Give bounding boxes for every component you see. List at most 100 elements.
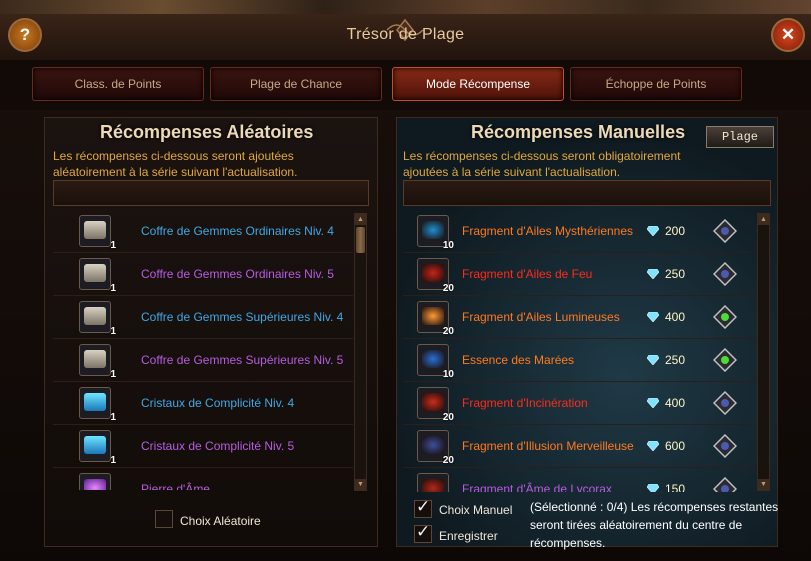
random-rewards-list[interactable]: 1 Coffre de Gemmes Ordinaires Niv. 4 1 Coff… bbox=[53, 210, 353, 490]
diamond-icon bbox=[647, 484, 659, 492]
light-wings-icon: 20 bbox=[417, 301, 454, 337]
manual-rewards-description-line2: ajoutées à la série suivant l'actualisat… bbox=[403, 165, 621, 179]
item-quantity: 1 bbox=[110, 369, 116, 380]
lycorax-fragment-icon bbox=[417, 473, 449, 492]
item-icon-fill bbox=[84, 350, 106, 368]
item-price: 150 bbox=[647, 482, 707, 492]
list-item[interactable]: 1 Coffre de Gemmes Ordinaires Niv. 4 bbox=[53, 210, 353, 253]
diamond-icon bbox=[647, 441, 659, 451]
item-icon-fill bbox=[84, 393, 106, 411]
manual-rewards-title: Récompenses Manuelles bbox=[471, 122, 686, 142]
item-price: 200 bbox=[647, 224, 707, 238]
selection-note-line3: récompenses. bbox=[530, 536, 606, 550]
tide-essence-icon: 10 bbox=[417, 344, 454, 380]
item-quantity: 1 bbox=[110, 240, 116, 251]
scroll-thumb[interactable] bbox=[356, 227, 365, 253]
item-price-value: 250 bbox=[665, 353, 686, 367]
incineration-icon: 20 bbox=[417, 387, 454, 423]
list-item[interactable]: 1 Coffre de Gemmes Ordinaires Niv. 5 bbox=[53, 253, 353, 296]
select-diamond-icon[interactable] bbox=[713, 391, 737, 415]
scroll-down-arrow-icon[interactable]: ▼ bbox=[355, 479, 366, 490]
item-quantity: 1 bbox=[110, 412, 116, 423]
item-name: Essence des Marées bbox=[462, 353, 575, 367]
list-item[interactable]: Fragment d'Âme de Lycorax 150 bbox=[403, 468, 755, 492]
tab-chance-beach[interactable]: Plage de Chance bbox=[210, 67, 382, 101]
item-price-value: 400 bbox=[665, 396, 686, 410]
chest-icon: 1 bbox=[79, 344, 116, 380]
random-rewards-header-bar bbox=[53, 180, 369, 206]
item-icon-fill bbox=[422, 264, 444, 282]
tab-bar: Class. de Points Plage de Chance Mode Ré… bbox=[0, 60, 811, 110]
manual-rewards-header-bar bbox=[403, 180, 771, 206]
tab-points-shop[interactable]: Échoppe de Points bbox=[570, 67, 742, 101]
diamond-icon bbox=[647, 355, 659, 365]
scroll-down-arrow-icon[interactable]: ▼ bbox=[758, 479, 769, 490]
select-diamond-icon[interactable] bbox=[713, 348, 737, 372]
item-quantity: 20 bbox=[442, 412, 454, 423]
close-button[interactable]: ✕ bbox=[771, 18, 805, 52]
list-item[interactable]: 10 Essence des Marées 250 bbox=[403, 339, 755, 382]
diamond-icon bbox=[647, 398, 659, 408]
tab-reward-mode[interactable]: Mode Récompense bbox=[392, 67, 564, 101]
select-diamond-icon[interactable] bbox=[713, 262, 737, 286]
manual-rewards-scrollbar[interactable]: ▲ ▼ bbox=[757, 213, 770, 491]
select-diamond-icon[interactable] bbox=[713, 477, 737, 492]
item-name: Fragment d'Illusion Merveilleuse bbox=[462, 439, 634, 453]
item-icon-fill bbox=[422, 479, 444, 492]
save-label: Enregistrer bbox=[439, 529, 498, 543]
manual-rewards-panel: Récompenses Manuelles Les récompenses ci… bbox=[396, 117, 778, 547]
item-price-value: 250 bbox=[665, 267, 686, 281]
plage-button[interactable]: Plage bbox=[706, 126, 774, 148]
selection-note: (Sélectionné : 0/4) Les récompenses rest… bbox=[530, 498, 790, 552]
item-icon-fill bbox=[422, 350, 444, 368]
list-item[interactable]: 1 Cristaux de Complicité Niv. 5 bbox=[53, 425, 353, 468]
list-item[interactable]: 10 Fragment d'Ailes Mysthériennes 200 bbox=[403, 210, 755, 253]
item-quantity: 1 bbox=[110, 326, 116, 337]
crystal-icon: 1 bbox=[79, 387, 116, 423]
manual-choice-checkbox[interactable] bbox=[414, 497, 432, 518]
illusion-fragment-icon: 20 bbox=[417, 430, 454, 466]
random-rewards-panel: Récompenses Aléatoires Les récompenses c… bbox=[44, 117, 378, 547]
item-price-value: 400 bbox=[665, 310, 686, 324]
list-item[interactable]: 20 Fragment d'Incinération 400 bbox=[403, 382, 755, 425]
list-item[interactable]: 1 Coffre de Gemmes Supérieures Niv. 4 bbox=[53, 296, 353, 339]
select-diamond-icon[interactable] bbox=[713, 305, 737, 329]
select-diamond-icon[interactable] bbox=[713, 219, 737, 243]
random-rewards-description: Les récompenses ci-dessous seront ajouté… bbox=[53, 148, 297, 180]
tab-points-ranking[interactable]: Class. de Points bbox=[32, 67, 204, 101]
item-name: Fragment d'Ailes Lumineuses bbox=[462, 310, 620, 324]
window-title: Trésor de Plage bbox=[346, 26, 465, 43]
item-name: Cristaux de Complicité Niv. 4 bbox=[141, 396, 295, 410]
list-item[interactable]: 1 Coffre de Gemmes Supérieures Niv. 5 bbox=[53, 339, 353, 382]
list-item[interactable]: 20 Fragment d'Illusion Merveilleuse 600 bbox=[403, 425, 755, 468]
scroll-up-arrow-icon[interactable]: ▲ bbox=[355, 214, 366, 225]
diamond-icon bbox=[647, 269, 659, 279]
wings-fragment-icon: 10 bbox=[417, 215, 454, 251]
random-choice-label: Choix Aléatoire bbox=[180, 514, 261, 528]
select-diamond-icon[interactable] bbox=[713, 434, 737, 458]
list-item[interactable]: 20 Fragment d'Ailes de Feu 250 bbox=[403, 253, 755, 296]
save-checkbox[interactable] bbox=[414, 522, 432, 543]
manual-choice-label: Choix Manuel bbox=[439, 503, 513, 517]
item-name: Coffre de Gemmes Supérieures Niv. 5 bbox=[141, 353, 344, 367]
list-item[interactable]: 20 Fragment d'Ailes Lumineuses 400 bbox=[403, 296, 755, 339]
list-item[interactable]: Pierre d'Âme bbox=[53, 468, 353, 490]
random-rewards-description-line2: aléatoirement à la série suivant l'actua… bbox=[53, 165, 298, 179]
item-icon-fill bbox=[422, 307, 444, 325]
item-icon-fill bbox=[84, 264, 106, 282]
scroll-up-arrow-icon[interactable]: ▲ bbox=[758, 214, 769, 225]
random-rewards-title: Récompenses Aléatoires bbox=[100, 122, 314, 142]
chest-icon: 1 bbox=[79, 215, 116, 251]
item-name: Fragment d'Ailes de Feu bbox=[462, 267, 593, 281]
list-item[interactable]: 1 Cristaux de Complicité Niv. 4 bbox=[53, 382, 353, 425]
help-button[interactable]: ? bbox=[8, 18, 42, 52]
random-rewards-scrollbar[interactable]: ▲ ▼ bbox=[354, 213, 367, 491]
item-icon-fill bbox=[84, 479, 106, 490]
random-choice-checkbox[interactable] bbox=[155, 510, 173, 528]
item-icon-fill bbox=[84, 221, 106, 239]
item-price-value: 150 bbox=[665, 482, 686, 492]
manual-rewards-list[interactable]: 10 Fragment d'Ailes Mysthériennes 200 20 Fra… bbox=[403, 210, 755, 492]
diamond-icon bbox=[647, 312, 659, 322]
item-price-value: 600 bbox=[665, 439, 686, 453]
item-name: Fragment d'Incinération bbox=[462, 396, 588, 410]
